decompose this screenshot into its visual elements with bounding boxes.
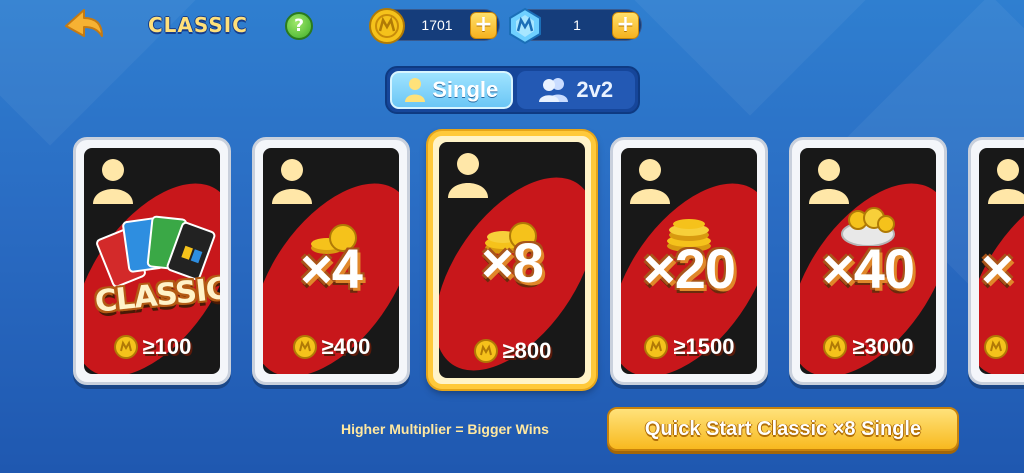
- min-entry-value: ≥1500: [673, 334, 735, 359]
- min-entry-value: ≥400: [321, 334, 371, 359]
- coin-icon: [644, 335, 669, 359]
- multiplier-label: ×: [981, 237, 1014, 300]
- table-card-x4[interactable]: ×4 ≥400: [252, 137, 410, 385]
- player-icon: [272, 159, 312, 204]
- table-card-classic[interactable]: CLASSIC ≥100: [73, 137, 231, 385]
- player-icon: [630, 159, 670, 204]
- player-icon: [448, 153, 488, 198]
- min-entry-value: ≥100: [142, 334, 192, 359]
- min-entry: ≥800: [439, 338, 585, 364]
- card-face: ×: [979, 148, 1024, 374]
- coin-icon: [823, 335, 848, 359]
- table-card-partial[interactable]: ×: [968, 137, 1024, 385]
- multiplier-label: ×20: [643, 237, 736, 300]
- coin-icon: [473, 339, 498, 363]
- card-face: ×40 ≥3000: [800, 148, 936, 374]
- coin-icon: [113, 335, 138, 359]
- card-face: ×20 ≥1500: [621, 148, 757, 374]
- min-entry-value: ≥800: [502, 338, 552, 363]
- quick-start-button[interactable]: Quick Start Classic ×8 Single: [607, 407, 959, 451]
- card-face: CLASSIC ≥100: [84, 148, 220, 374]
- coin-icon: [984, 335, 1008, 359]
- min-entry: ≥400: [263, 334, 399, 360]
- table-card-x20[interactable]: ×20 ≥1500: [610, 137, 768, 385]
- multiplier-label: ×8: [481, 231, 544, 294]
- table-list: CLASSIC ≥100 ×4 ≥400 ×8 ≥800 ×20 ≥1500 ×…: [0, 0, 1024, 473]
- player-icon: [93, 159, 133, 204]
- player-icon: [988, 159, 1024, 204]
- multiplier-hint: Higher Multiplier = Bigger Wins: [341, 421, 549, 437]
- min-entry: ≥3000: [800, 334, 936, 360]
- multiplier-label: ×40: [822, 237, 915, 300]
- min-entry-value: ≥3000: [852, 334, 914, 359]
- min-entry: ≥100: [84, 334, 220, 360]
- table-card-x8[interactable]: ×8 ≥800: [428, 131, 596, 389]
- card-face: ×4 ≥400: [263, 148, 399, 374]
- player-icon: [809, 159, 849, 204]
- min-entry: ≥1500: [621, 334, 757, 360]
- card-face: ×8 ≥800: [439, 142, 585, 378]
- min-entry: [983, 334, 1024, 360]
- table-card-x40[interactable]: ×40 ≥3000: [789, 137, 947, 385]
- multiplier-label: ×4: [300, 237, 363, 300]
- coin-icon: [292, 335, 317, 359]
